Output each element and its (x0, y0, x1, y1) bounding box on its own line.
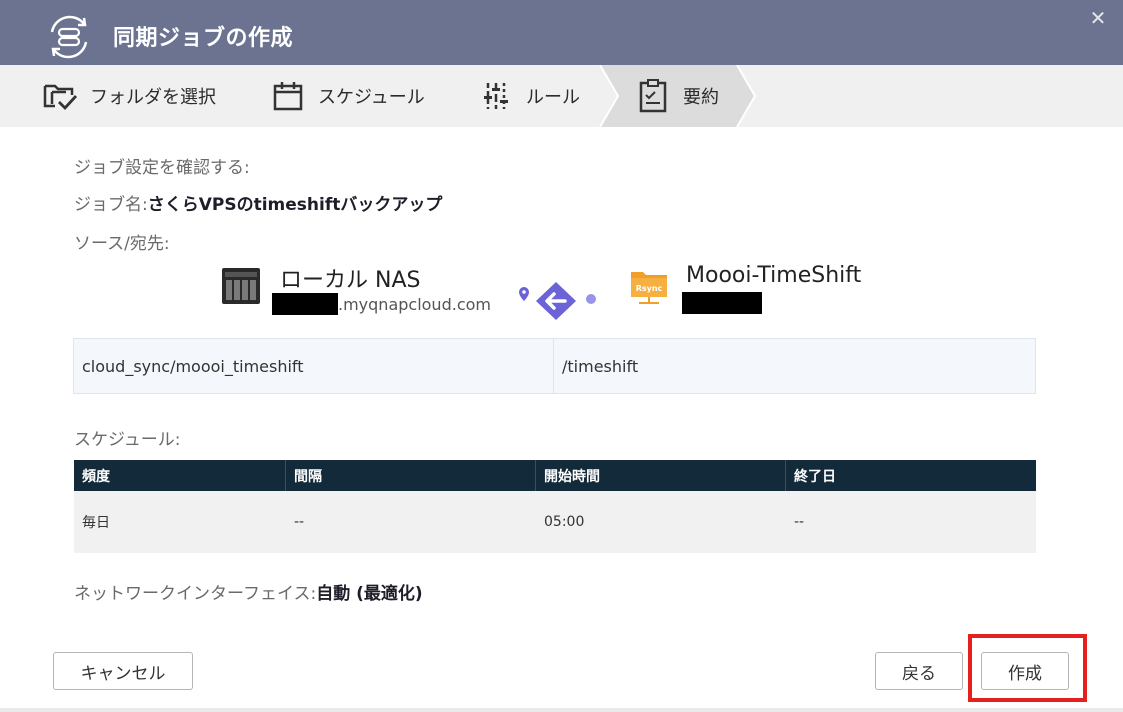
column-header-end-date: 終了日 (794, 468, 836, 485)
step-label: 要約 (683, 87, 719, 108)
bottom-divider (0, 708, 1123, 712)
nas-device-icon (222, 268, 260, 304)
table-cell: -- (794, 514, 805, 530)
window-title: 同期ジョブの作成 (113, 26, 294, 51)
source-name: ローカル NAS (280, 268, 421, 293)
destination-name: Moooi-TimeShift (686, 263, 862, 288)
clipboard-checklist-icon (633, 76, 673, 116)
step-rules[interactable]: ルール (476, 65, 580, 127)
folder-check-icon (40, 76, 80, 116)
schedule-label: スケジュール: (74, 430, 181, 450)
network-label: ネットワークインターフェイス: (74, 584, 317, 604)
rsync-server-icon: Rsync (631, 272, 667, 304)
step-label: ルール (526, 87, 580, 108)
job-name-value: さくらVPSのtimeshiftバックアップ (147, 195, 443, 215)
table-row: 毎日 -- 05:00 -- (74, 491, 1036, 553)
column-header-start-time: 開始時間 (536, 460, 786, 491)
table-cell: -- (294, 514, 305, 530)
wizard-steps: フォルダを選択 スケジュール ルール 要約 (0, 65, 1123, 127)
highlight-box (968, 634, 1087, 702)
summary-heading: ジョブ設定を確認する: (74, 158, 250, 178)
table-cell: 05:00 (544, 514, 585, 530)
cancel-button[interactable]: キャンセル (53, 652, 193, 690)
job-name-label: ジョブ名: (74, 195, 148, 215)
network-value: 自動 (最適化) (316, 584, 423, 604)
network-row: ネットワークインターフェイス:自動 (最適化) (74, 579, 423, 604)
calendar-icon (268, 76, 308, 116)
step-label: フォルダを選択 (90, 87, 216, 108)
sync-job-icon (50, 15, 88, 59)
svg-text:Rsync: Rsync (636, 284, 663, 293)
source-path: cloud_sync/moooi_timeshift (74, 339, 554, 393)
folder-pair: cloud_sync/moooi_timeshift /timeshift (73, 338, 1036, 394)
step-schedule[interactable]: スケジュール (268, 65, 425, 127)
sliders-icon (476, 76, 516, 116)
job-name-row: ジョブ名:さくらVPSのtimeshiftバックアップ (74, 190, 442, 215)
schedule-table: 頻度 間隔 開始時間 終了日 毎日 -- 05:00 -- (74, 460, 1036, 553)
title-bar: 同期ジョブの作成 ✕ (0, 0, 1123, 65)
table-cell: 毎日 (82, 515, 110, 531)
step-select-folder[interactable]: フォルダを選択 (40, 65, 216, 127)
step-label: スケジュール (318, 87, 425, 108)
source-dest-label: ソース/宛先: (74, 234, 170, 254)
redacted-block (272, 293, 338, 315)
source-host: .myqnapcloud.com (272, 293, 491, 315)
column-header-frequency: 頻度 (74, 460, 286, 491)
step-summary[interactable]: 要約 (633, 65, 719, 127)
column-header-interval: 間隔 (286, 460, 536, 491)
close-icon[interactable]: ✕ (1086, 6, 1110, 30)
table-header: 頻度 間隔 開始時間 終了日 (74, 460, 1036, 491)
sync-direction-icon (519, 282, 596, 320)
destination-path: /timeshift (562, 356, 639, 376)
redacted-block (682, 292, 762, 314)
source-host-suffix: .myqnapcloud.com (338, 294, 491, 314)
back-button[interactable]: 戻る (875, 652, 963, 690)
